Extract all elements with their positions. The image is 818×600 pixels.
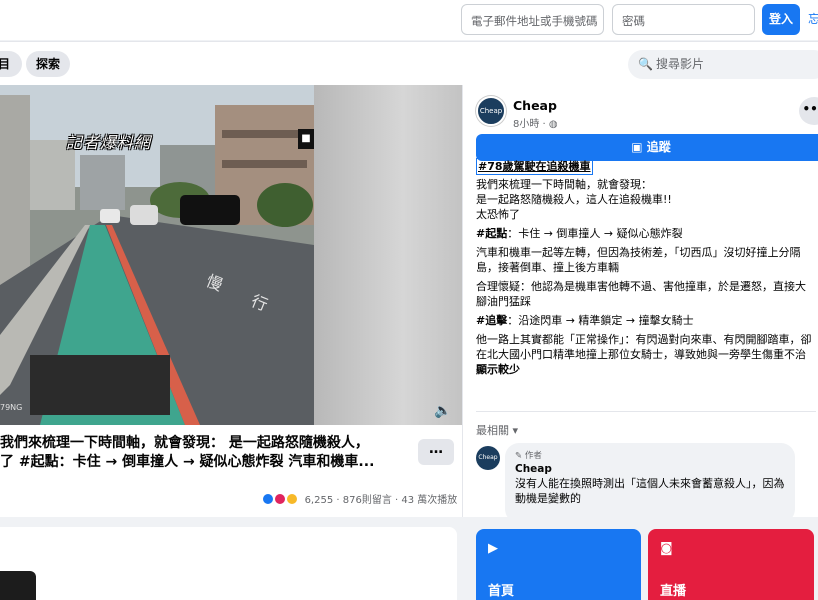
overlay-chip-icon: ■ (298, 129, 314, 149)
top-bar: 電子郵件地址或手機號碼 密碼 登入 忘 (0, 0, 818, 40)
live-card-label: 直播 (660, 584, 687, 599)
follow-icon: ▣ (631, 140, 643, 154)
post-timestamp[interactable]: 8小時 · ◍ (513, 115, 558, 130)
show-less-link[interactable]: 顯示較少 (476, 362, 816, 377)
post-more-button[interactable]: ••• (799, 97, 818, 125)
next-video-thumbnail (0, 571, 36, 600)
volume-icon[interactable]: 🔈 (434, 403, 451, 419)
post-paragraph-5: #追擊：沿途閃車 → 精準鎖定 → 撞擊女騎士 (476, 313, 816, 328)
video-frame: 慢 行 記者爆料網 79NG (0, 85, 314, 425)
post-text: #78歲駕駛在追殺機車 我們來梳理一下時間軸，就會發現： 是一起路怒隨機殺人，這… (476, 158, 816, 377)
para1-line-2: 是一起路怒隨機殺人，這人在追殺機車!! (476, 193, 672, 206)
video-caption[interactable]: 我們來梳理一下時間軸，就會發現： 是一起路怒隨機殺人， 了 #起點：卡住 → 倒… (0, 434, 400, 472)
post-panel: Cheap Cheap 8小時 · ◍ ••• ▣ 追蹤 #78歲駕駛在追殺機車… (462, 85, 818, 517)
sad-reaction-icon (286, 493, 299, 505)
globe-icon: ◍ (548, 119, 558, 130)
nav-pill-explore[interactable]: 探索 (26, 51, 70, 77)
email-field[interactable]: 電子郵件地址或手機號碼 (461, 4, 604, 35)
caption-line-2: 了 #起點：卡住 → 倒車撞人 → 疑似心態炸裂 汽車和機車... (0, 454, 375, 470)
more-options-button[interactable]: … (418, 439, 454, 465)
post-paragraph-6: 他一路上其實都能「正常操作」：有閃過對向來車、有閃開腳踏車，卻在北大國小門口精準… (476, 333, 812, 361)
video-search-input[interactable]: 🔍 搜尋影片 (628, 50, 818, 79)
divider (476, 411, 816, 412)
hashtag-link[interactable]: #78歲駕駛在追殺機車 (476, 158, 593, 175)
post-paragraph-1: 我們來梳理一下時間軸，就會發現： 是一起路怒隨機殺人，這人在追殺機車!! 太恐怖… (476, 177, 816, 222)
play-icon: ▶ (488, 541, 498, 556)
post-paragraph-2: #起點：卡住 → 倒車撞人 → 疑似心態炸裂 (476, 226, 816, 241)
comment-bubble: ✎ 作者 Cheap 沒有人能在換照時測出「這個人未來會蓄意殺人」，因為動機是變… (505, 443, 795, 517)
forgot-password-link[interactable]: 忘 (808, 10, 818, 27)
comment-author-name[interactable]: Cheap (515, 463, 785, 475)
stats-text: 6,255 · 876則留言 · 43 萬次播放 (304, 495, 458, 506)
para5-body: ：沿途閃車 → 精準鎖定 → 撞擊女騎士 (507, 314, 694, 327)
street-scene: 慢 行 (0, 85, 314, 425)
comment-avatar[interactable]: Cheap (476, 446, 500, 470)
post-paragraph-3: 汽車和機車一起等左轉，但因為技術差，「切西瓜」沒切好撞上分隔島，接著倒車、撞上後… (476, 246, 801, 274)
video-watermark: 記者爆料網 (66, 133, 152, 152)
author-badge: ✎ 作者 (515, 449, 785, 461)
next-video-card[interactable] (0, 527, 457, 600)
video-corner-text: 79NG (0, 403, 23, 412)
page-name[interactable]: Cheap (513, 98, 557, 113)
hashtag-start[interactable]: #起點 (476, 227, 507, 240)
home-card[interactable]: ▶ 首頁 (476, 529, 641, 600)
pencil-icon: ✎ (515, 451, 525, 461)
live-camera-icon: ◙ (660, 541, 673, 556)
live-card[interactable]: ◙ 直播 (648, 529, 814, 600)
video-nav-row: 目 探索 🔍 搜尋影片 (0, 41, 818, 85)
angry-reaction-icon (274, 493, 287, 505)
hashtag-chase[interactable]: #追擊 (476, 314, 507, 327)
caption-line-1: 我們來梳理一下時間軸，就會發現： 是一起路怒隨機殺人， (0, 435, 369, 451)
video-caption-area: 我們來梳理一下時間軸，就會發現： 是一起路怒隨機殺人， 了 #起點：卡住 → 倒… (0, 425, 462, 517)
post-time-text: 8小時 · (513, 119, 549, 130)
para2-body: ：卡住 → 倒車撞人 → 疑似心態炸裂 (507, 227, 683, 240)
page-avatar[interactable]: Cheap (476, 96, 506, 126)
comment-text: 沒有人能在換照時測出「這個人未來會蓄意殺人」，因為動機是變數的 (515, 477, 785, 505)
search-icon: 🔍 (638, 57, 653, 71)
follow-label: 追蹤 (646, 140, 671, 154)
video-letterbox (314, 85, 462, 425)
nav-pill-directory[interactable]: 目 (0, 51, 22, 77)
password-field[interactable]: 密碼 (612, 4, 755, 35)
like-reaction-icon (262, 493, 274, 505)
para1-line-1: 我們來梳理一下時間軸，就會發現： (476, 178, 652, 191)
home-card-label: 首頁 (488, 584, 515, 599)
engagement-stats[interactable]: 6,255 · 876則留言 · 43 萬次播放 (262, 491, 457, 506)
video-player[interactable]: 慢 行 記者爆料網 79NG ■ 🔈 (0, 85, 462, 425)
video-search-placeholder: 搜尋影片 (656, 57, 705, 71)
follow-button[interactable]: ▣ 追蹤 (476, 134, 818, 161)
post-paragraph-4: 合理懷疑：他認為是機車害他轉不過、害他撞車，於是遷怒，直接大腳油門猛踩 (476, 280, 806, 308)
author-badge-label: 作者 (524, 451, 542, 461)
comment-sort-dropdown[interactable]: 最相關 ▾ (476, 422, 518, 438)
para1-line-3: 太恐怖了 (476, 208, 520, 221)
login-button[interactable]: 登入 (762, 4, 800, 35)
